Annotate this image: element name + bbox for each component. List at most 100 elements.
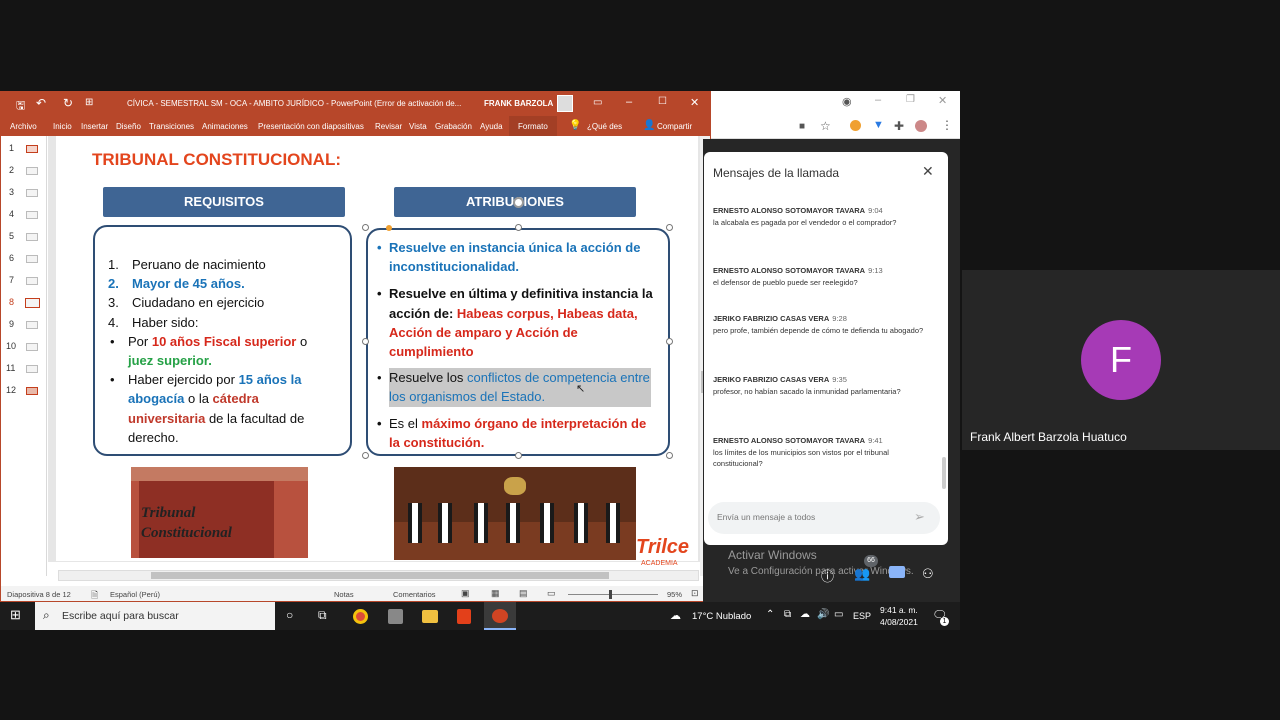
selection-handle[interactable] [515, 224, 522, 231]
people-icon[interactable]: 👥 [854, 566, 870, 582]
maximize-icon[interactable]: ☐ [658, 96, 667, 107]
puzzle-icon[interactable]: ✚ [894, 119, 904, 133]
zoom-level[interactable]: 95% [667, 590, 682, 599]
redo-icon[interactable]: ↻ [63, 96, 73, 110]
comments-button[interactable]: Comentarios [393, 590, 436, 599]
windows-start-icon[interactable]: ⊞ [10, 607, 21, 623]
tab-transiciones[interactable]: Transiciones [149, 122, 194, 131]
office-taskbar-icon[interactable] [457, 609, 471, 624]
language-indicator[interactable]: ESP [853, 611, 871, 621]
chat-input[interactable]: Envía un mensaje a todos ➢ [708, 502, 940, 534]
fit-slide-icon[interactable]: ⊡ [691, 588, 699, 599]
requisitos-box[interactable]: 1. Peruano de nacimiento 2. Mayor de 45 añ… [93, 225, 352, 456]
selection-handle[interactable] [362, 452, 369, 459]
thumbnail-4[interactable]: 4 [1, 206, 47, 224]
clock-time[interactable]: 9:41 a. m. [880, 605, 918, 615]
tab-vista[interactable]: Vista [409, 122, 427, 131]
bookmark-star-icon[interactable]: ☆ [820, 119, 831, 133]
selection-handle[interactable] [362, 338, 369, 345]
selection-handle[interactable] [666, 338, 673, 345]
task-view-icon[interactable]: ⧉ [318, 608, 327, 623]
tab-revisar[interactable]: Revisar [375, 122, 402, 131]
tab-archivo[interactable]: Archivo [10, 122, 37, 131]
info-icon[interactable]: ⓘ [821, 566, 834, 585]
minimize-icon[interactable]: – [875, 94, 881, 106]
profile-avatar[interactable] [915, 120, 927, 132]
undo-icon[interactable]: ↶ [36, 96, 46, 110]
tribunal-building-image[interactable]: Tribunal Constitucional [131, 467, 308, 558]
share-icon[interactable]: 👤 [643, 120, 655, 131]
requisitos-header[interactable]: REQUISITOS [103, 187, 345, 217]
tab-ayuda[interactable]: Ayuda [480, 122, 503, 131]
cloud-icon[interactable]: ☁ [800, 609, 810, 620]
zoom-slider-thumb[interactable] [609, 590, 612, 599]
thumbnail-8[interactable]: 8 [1, 294, 47, 312]
tab-animaciones[interactable]: Animaciones [202, 122, 248, 131]
store-taskbar-icon[interactable] [388, 609, 403, 624]
slide-title[interactable]: TRIBUNAL CONSTITUCIONAL: [92, 150, 341, 170]
selection-handle[interactable] [666, 224, 673, 231]
send-icon[interactable]: ➢ [914, 509, 925, 525]
close-icon[interactable]: ✕ [690, 96, 699, 109]
record-icon[interactable]: ◉ [842, 95, 852, 108]
thumbnail-11[interactable]: 11 [1, 360, 47, 378]
clock-date[interactable]: 4/08/2021 [880, 617, 918, 627]
tell-me-search[interactable]: ¿Qué des [587, 122, 622, 131]
notes-button[interactable]: Notas [334, 590, 354, 599]
thumbnail-1[interactable]: 1 [1, 140, 47, 158]
presenter-icon[interactable]: ⊞ [85, 97, 93, 108]
selection-handle[interactable] [515, 452, 522, 459]
spellcheck-icon[interactable]: 🗎 [91, 588, 98, 601]
chat-icon[interactable] [889, 566, 905, 578]
thumbnail-6[interactable]: 6 [1, 250, 47, 268]
thumbnail-3[interactable]: 3 [1, 184, 47, 202]
ribbon-display-icon[interactable]: ▭ [593, 97, 602, 108]
chat-scrollbar[interactable] [942, 457, 946, 489]
taskbar-search[interactable]: ⌕ Escribe aquí para buscar [35, 602, 275, 630]
user-avatar[interactable] [557, 95, 573, 112]
adjust-handle[interactable] [386, 225, 392, 231]
save-icon[interactable]: 🖫 [16, 97, 25, 116]
selection-handle[interactable] [362, 224, 369, 231]
network-icon[interactable]: ⧉ [784, 609, 791, 620]
kebab-menu-icon[interactable]: ⋮ [941, 118, 953, 132]
lightbulb-icon[interactable]: 💡 [569, 120, 581, 131]
minimize-icon[interactable]: – [626, 96, 632, 108]
cortana-icon[interactable]: ○ [286, 608, 293, 622]
sorter-view-icon[interactable]: ▦ [491, 588, 500, 599]
slideshow-icon[interactable]: ▭ [547, 588, 556, 599]
thumbnail-12[interactable]: 12 [1, 382, 47, 400]
atribuciones-box[interactable]: • Resuelve en instancia única la acción d… [366, 228, 670, 456]
thumbnail-7[interactable]: 7 [1, 272, 47, 290]
rotate-handle[interactable] [513, 197, 524, 208]
thumbnail-9[interactable]: 9 [1, 316, 47, 334]
thumbnail-5[interactable]: 5 [1, 228, 47, 246]
tab-inicio[interactable]: Inicio [53, 122, 72, 131]
reading-view-icon[interactable]: ▤ [519, 588, 528, 599]
hscroll-thumb[interactable] [151, 572, 609, 579]
judges-image[interactable] [394, 467, 636, 560]
tab-insertar[interactable]: Insertar [81, 122, 108, 131]
powerpoint-taskbar-button[interactable] [484, 602, 516, 630]
extension-icon[interactable] [850, 120, 861, 131]
zoom-slider[interactable] [568, 594, 658, 595]
tab-grabacion[interactable]: Grabación [435, 122, 472, 131]
chrome-taskbar-icon[interactable] [353, 609, 368, 624]
activities-icon[interactable]: ⚇ [922, 566, 934, 582]
slide[interactable]: TRIBUNAL CONSTITUCIONAL: REQUISITOS ATRI… [56, 136, 698, 567]
language-status[interactable]: Español (Perú) [110, 590, 160, 599]
horizontal-scrollbar[interactable] [58, 570, 699, 581]
tab-diseno[interactable]: Diseño [116, 122, 141, 131]
wifi-icon[interactable]: ▭ [834, 609, 843, 620]
extension-icon[interactable]: ▼ [873, 119, 884, 131]
selection-handle[interactable] [666, 452, 673, 459]
weather-text[interactable]: 17°C Nublado [692, 611, 751, 622]
close-icon[interactable]: ✕ [922, 163, 934, 180]
weather-icon[interactable]: ☁ [670, 609, 681, 622]
close-icon[interactable]: ✕ [938, 94, 947, 107]
tab-formato[interactable]: Formato [509, 116, 557, 136]
thumbnail-2[interactable]: 2 [1, 162, 47, 180]
camera-icon[interactable]: ■ [799, 121, 805, 132]
share-button[interactable]: Compartir [657, 122, 692, 131]
tab-presentacion[interactable]: Presentación con diapositivas [258, 122, 364, 131]
